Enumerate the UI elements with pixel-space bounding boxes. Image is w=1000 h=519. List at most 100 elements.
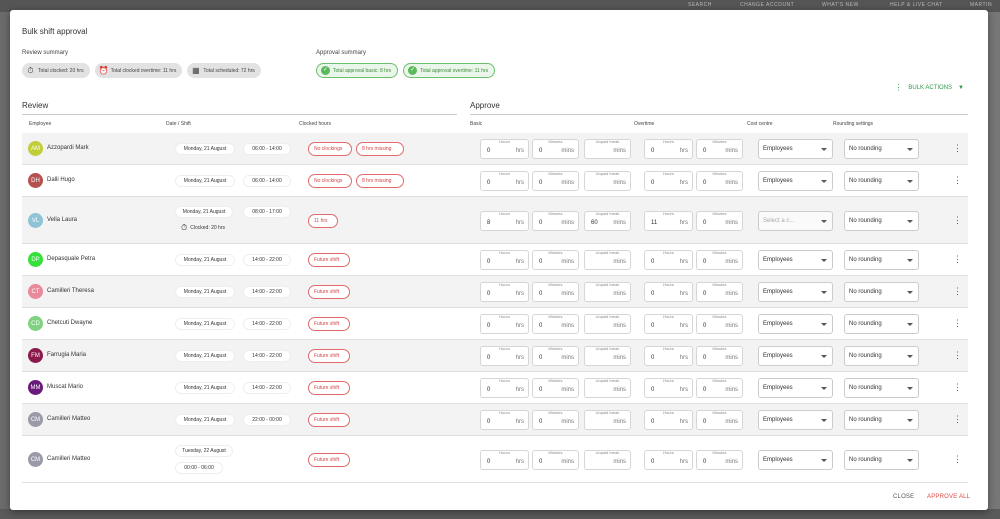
unpaid-break-input[interactable]: Unpaid break mins <box>584 410 631 430</box>
basic-hours-input[interactable]: Hours 0 hrs <box>480 378 529 398</box>
overtime-minutes-input[interactable]: Minutes 0 mins <box>696 410 743 430</box>
cost-centre-select[interactable]: Employees <box>758 450 833 470</box>
overtime-minutes-input[interactable]: Minutes 0 mins <box>696 139 743 159</box>
cost-centre-select[interactable]: Employees <box>758 250 833 270</box>
row-more-icon[interactable]: ⋮ <box>953 286 962 297</box>
unpaid-break-input[interactable]: Unpaid break mins <box>584 139 631 159</box>
overtime-minutes-input[interactable]: Minutes 0 mins <box>696 171 743 191</box>
approve-all-button[interactable]: APPROVE ALL <box>927 494 970 500</box>
basic-minutes-input[interactable]: Minutes 0 mins <box>532 410 579 430</box>
basic-hours-input[interactable]: Hours 0 hrs <box>480 314 529 334</box>
basic-minutes-input[interactable]: Minutes 0 mins <box>532 171 579 191</box>
basic-hours-input[interactable]: Hours 0 hrs <box>480 346 529 366</box>
basic-minutes-input[interactable]: Minutes 0 mins <box>532 250 579 270</box>
clocking-status-tag: Future shift <box>308 317 350 331</box>
cost-centre-select[interactable]: Employees <box>758 282 833 302</box>
basic-minutes-input[interactable]: Minutes 0 mins <box>532 450 579 470</box>
field-unit: hrs <box>515 148 524 154</box>
shift-date: Monday, 21 August <box>175 382 235 394</box>
cost-centre-select[interactable]: Employees <box>758 139 833 159</box>
field-unit: mins <box>613 387 626 393</box>
overtime-hours-input[interactable]: Hours 0 hrs <box>644 378 693 398</box>
overtime-hours-input[interactable]: Hours 0 hrs <box>644 250 693 270</box>
rounding-settings-select[interactable]: No rounding <box>844 139 919 159</box>
row-more-icon[interactable]: ⋮ <box>953 414 962 425</box>
basic-minutes-input[interactable]: Minutes 0 mins <box>532 346 579 366</box>
overtime-minutes-input[interactable]: Minutes 0 mins <box>696 282 743 302</box>
field-unit: mins <box>725 220 738 226</box>
overtime-minutes-input[interactable]: Minutes 0 mins <box>696 250 743 270</box>
row-more-icon[interactable]: ⋮ <box>953 175 962 186</box>
unpaid-break-input[interactable]: Unpaid break mins <box>584 314 631 334</box>
overtime-minutes-input[interactable]: Minutes 0 mins <box>696 450 743 470</box>
cost-centre-select[interactable]: Employees <box>758 314 833 334</box>
cost-centre-select[interactable]: Employees <box>758 171 833 191</box>
cost-centre-select[interactable]: Employees <box>758 410 833 430</box>
basic-minutes-input[interactable]: Minutes 0 mins <box>532 314 579 334</box>
basic-minutes-input[interactable]: Minutes 0 mins <box>532 211 579 231</box>
unpaid-break-input[interactable]: Unpaid break mins <box>584 346 631 366</box>
rounding-settings-select[interactable]: No rounding <box>844 410 919 430</box>
row-more-icon[interactable]: ⋮ <box>953 254 962 265</box>
rounding-settings-select[interactable]: No rounding <box>844 171 919 191</box>
field-unit: hrs <box>679 291 688 297</box>
unpaid-break-input[interactable]: Unpaid break mins <box>584 378 631 398</box>
basic-hours-input[interactable]: Hours 0 hrs <box>480 139 529 159</box>
basic-hours-input[interactable]: Hours 0 hrs <box>480 171 529 191</box>
overtime-hours-input[interactable]: Hours 0 hrs <box>644 139 693 159</box>
dropdown-caret-icon <box>907 387 913 390</box>
rounding-settings-select[interactable]: No rounding <box>844 250 919 270</box>
bulk-actions-button[interactable]: ⋮ BULK ACTIONS ▼ <box>894 83 964 92</box>
overtime-hours-input[interactable]: Hours 0 hrs <box>644 410 693 430</box>
overtime-hours-input[interactable]: Hours 11 hrs <box>644 211 693 231</box>
basic-hours-input[interactable]: Hours 0 hrs <box>480 250 529 270</box>
shift-time: 14:00 - 22:00 <box>243 318 291 330</box>
basic-hours-input[interactable]: Hours 0 hrs <box>480 450 529 470</box>
field-label: Hours <box>499 171 510 176</box>
rounding-settings-select[interactable]: No rounding <box>844 450 919 470</box>
close-button[interactable]: CLOSE <box>893 494 914 500</box>
rounding-settings-select[interactable]: No rounding <box>844 211 919 231</box>
clocking-status-tag: Future shift <box>308 413 350 427</box>
basic-hours-input[interactable]: Hours 0 hrs <box>480 410 529 430</box>
row-more-icon[interactable]: ⋮ <box>953 215 962 226</box>
overtime-minutes-input[interactable]: Minutes 0 mins <box>696 346 743 366</box>
rounding-settings-select[interactable]: No rounding <box>844 314 919 334</box>
unpaid-break-input[interactable]: Unpaid break mins <box>584 171 631 191</box>
field-value: 0 <box>487 355 491 361</box>
row-more-icon[interactable]: ⋮ <box>953 382 962 393</box>
overtime-hours-input[interactable]: Hours 0 hrs <box>644 450 693 470</box>
cost-centre-select[interactable]: Employees <box>758 346 833 366</box>
rounding-settings-select[interactable]: No rounding <box>844 282 919 302</box>
unpaid-break-input[interactable]: Unpaid break 60 mins <box>584 211 631 231</box>
approve-divider <box>470 114 968 115</box>
clocking-status-tag: No clockings <box>308 174 352 188</box>
overtime-minutes-input[interactable]: Minutes 0 mins <box>696 211 743 231</box>
dropdown-caret-icon <box>907 355 913 358</box>
unpaid-break-input[interactable]: Unpaid break mins <box>584 282 631 302</box>
basic-hours-input[interactable]: Hours 0 hrs <box>480 282 529 302</box>
clocking-status-tag: Future shift <box>308 453 350 467</box>
row-more-icon[interactable]: ⋮ <box>953 143 962 154</box>
basic-hours-input[interactable]: Hours 8 hrs <box>480 211 529 231</box>
rounding-settings-select[interactable]: No rounding <box>844 378 919 398</box>
field-unit: mins <box>561 148 574 154</box>
overtime-hours-input[interactable]: Hours 0 hrs <box>644 282 693 302</box>
cost-centre-select[interactable]: Select a c... <box>758 211 833 231</box>
row-more-icon[interactable]: ⋮ <box>953 454 962 465</box>
overtime-minutes-input[interactable]: Minutes 0 mins <box>696 378 743 398</box>
overtime-hours-input[interactable]: Hours 0 hrs <box>644 171 693 191</box>
unpaid-break-input[interactable]: Unpaid break mins <box>584 250 631 270</box>
rounding-settings-select[interactable]: No rounding <box>844 346 919 366</box>
overtime-hours-input[interactable]: Hours 0 hrs <box>644 314 693 334</box>
basic-minutes-input[interactable]: Minutes 0 mins <box>532 139 579 159</box>
basic-minutes-input[interactable]: Minutes 0 mins <box>532 378 579 398</box>
cost-centre-select[interactable]: Employees <box>758 378 833 398</box>
overtime-hours-input[interactable]: Hours 0 hrs <box>644 346 693 366</box>
basic-minutes-input[interactable]: Minutes 0 mins <box>532 282 579 302</box>
row-more-icon[interactable]: ⋮ <box>953 318 962 329</box>
row-more-icon[interactable]: ⋮ <box>953 350 962 361</box>
unpaid-break-input[interactable]: Unpaid break mins <box>584 450 631 470</box>
field-label: Minutes <box>712 410 727 415</box>
overtime-minutes-input[interactable]: Minutes 0 mins <box>696 314 743 334</box>
